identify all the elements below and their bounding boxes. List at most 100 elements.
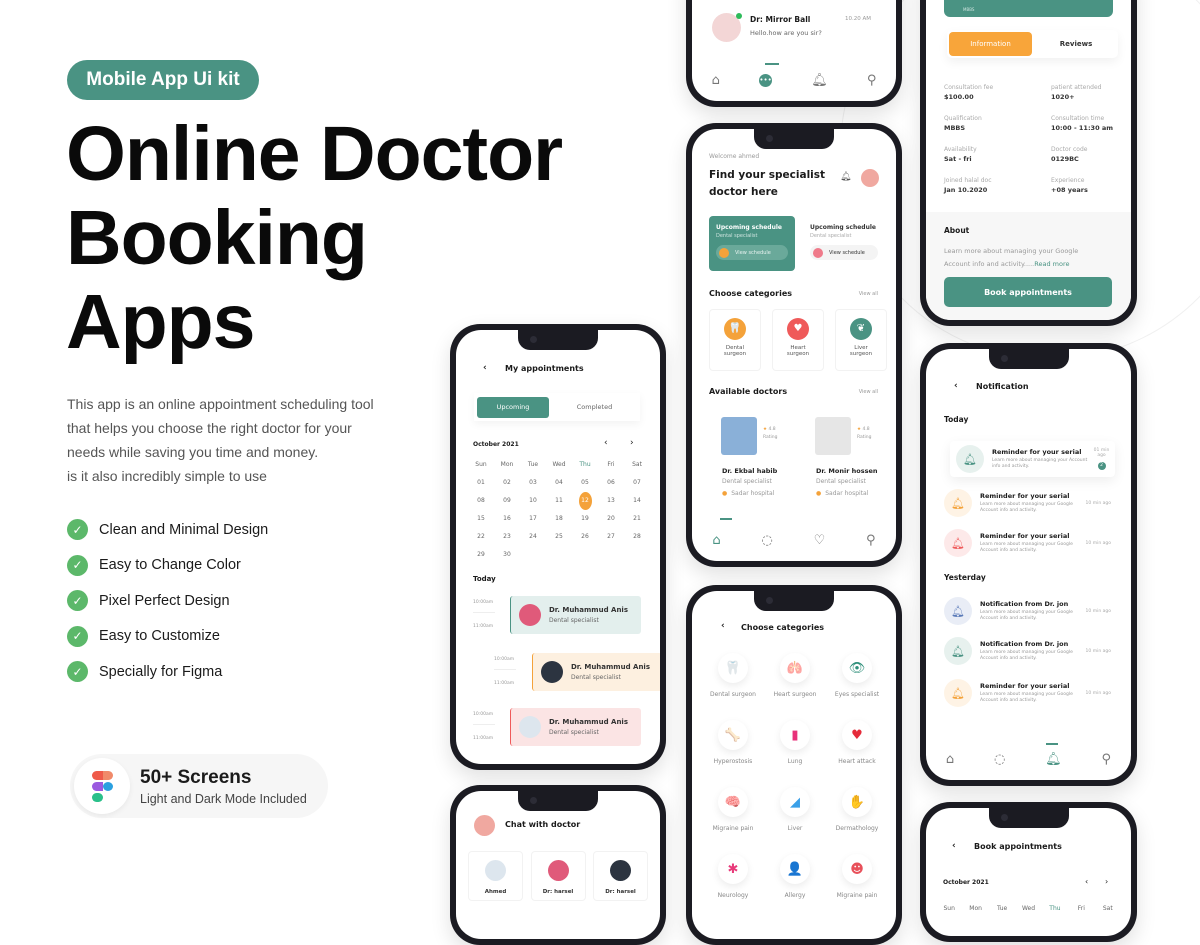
appointment-card[interactable]: Dr. Muhammud Anis Dental specialist [532, 653, 660, 691]
doctor-card[interactable]: ★ 4.8 Rating Dr. Ekbal habib Dental special… [709, 417, 795, 512]
calendar-day[interactable]: 18 [546, 510, 572, 528]
search-icon[interactable]: ⚲ [1102, 752, 1112, 767]
category-item[interactable]: ♥ Heart attack [826, 720, 888, 765]
chat-icon[interactable]: ◌ [761, 533, 772, 548]
notification-item[interactable]: 🔔︎ Reminder for your serial Learn more abo… [950, 441, 1115, 477]
category-item[interactable]: 🦴 Hyperostosis [702, 720, 764, 765]
calendar-day[interactable]: 05 [572, 474, 598, 492]
calendar-day[interactable]: 21 [624, 510, 650, 528]
description-line: This app is an online appointment schedu… [67, 396, 374, 412]
book-appointment-button[interactable]: Book appointments [944, 277, 1112, 307]
category-item[interactable]: ✋ Dermathology [826, 787, 888, 832]
calendar-day[interactable]: 24 [520, 528, 546, 546]
user-avatar[interactable] [474, 815, 495, 836]
calendar-day[interactable]: 13 [598, 492, 624, 510]
heart-icon[interactable]: ♡ [814, 533, 826, 548]
category-card[interactable]: ❦ Liver surgeon [835, 309, 887, 371]
notification-item[interactable]: 🔔︎ Reminder for your serial Learn more abo… [944, 675, 1115, 711]
calendar-day[interactable]: 15 [468, 510, 494, 528]
notification-item[interactable]: 🔔︎ Notification from Dr. jon Learn more ab… [944, 633, 1115, 669]
search-icon[interactable]: ⚲ [866, 533, 876, 548]
calendar-day[interactable]: 30 [494, 546, 520, 564]
calendar-day[interactable]: 14 [624, 492, 650, 510]
category-item[interactable]: ◢ Liver [764, 787, 826, 832]
category-item[interactable]: ☻ Migraine pain [826, 854, 888, 899]
feature-list: ✓ Clean and Minimal Design ✓ Easy to Chang… [67, 512, 268, 690]
bell-icon[interactable]: 🔔︎ [1045, 752, 1062, 767]
category-item[interactable]: ✱ Neurology [702, 854, 764, 899]
back-icon[interactable]: ‹ [721, 621, 725, 631]
calendar-day[interactable]: 10 [520, 492, 546, 510]
next-month-icon[interactable]: › [1105, 877, 1108, 886]
calendar-day[interactable]: 11 [546, 492, 572, 510]
calendar-day[interactable]: 08 [468, 492, 494, 510]
next-month-icon[interactable]: › [630, 438, 634, 448]
chat-contact[interactable]: Dr: harsel [530, 851, 586, 901]
user-avatar[interactable] [861, 169, 879, 187]
calendar-day[interactable]: 01 [468, 474, 494, 492]
chat-name[interactable]: Dr: Mirror Ball [750, 15, 810, 24]
view-all-link[interactable]: View all [859, 389, 878, 395]
appointment-card[interactable]: Dr. Muhammud Anis Dental specialist [510, 596, 641, 634]
view-all-link[interactable]: View all [859, 291, 878, 297]
calendar-day[interactable]: 03 [520, 474, 546, 492]
prev-month-icon[interactable]: ‹ [1085, 877, 1088, 886]
category-card[interactable]: ♥ Heart surgeon [772, 309, 824, 371]
view-schedule-button[interactable]: View schedule [716, 245, 788, 260]
category-card[interactable]: 🦷 Dental surgeon [709, 309, 761, 371]
home-icon[interactable]: ⌂ [712, 533, 720, 548]
info-value: $100.00 [944, 93, 974, 101]
calendar-day[interactable]: 07 [624, 474, 650, 492]
calendar-day[interactable]: 16 [494, 510, 520, 528]
notification-item[interactable]: 🔔︎ Reminder for your serial Learn more abo… [944, 525, 1115, 561]
calendar-day[interactable]: 25 [546, 528, 572, 546]
tab-completed[interactable]: Completed [549, 403, 640, 411]
feature-label: Easy to Customize [99, 628, 220, 645]
appointment-card[interactable]: Dr. Muhammud Anis Dental specialist [510, 708, 641, 746]
bell-icon[interactable]: 🔔︎ [811, 73, 828, 88]
category-item[interactable]: ▮ Lung [764, 720, 826, 765]
chat-contact[interactable]: Dr: harsel [593, 851, 648, 901]
back-icon[interactable]: ‹ [952, 841, 956, 851]
back-icon[interactable]: ‹ [954, 381, 958, 391]
category-item[interactable]: 🧠 Migraine pain [702, 787, 764, 832]
bell-icon[interactable]: 🔔︎ [840, 172, 851, 182]
calendar-day[interactable]: 19 [572, 510, 598, 528]
category-item[interactable]: 🦷 Dental surgeon [702, 653, 764, 698]
calendar-day[interactable]: 06 [598, 474, 624, 492]
category-item[interactable]: 👤 Allergy [764, 854, 826, 899]
chat-icon[interactable]: ••• [759, 73, 773, 87]
schedule-card[interactable]: Upcoming schedule Dental specialist View… [709, 216, 795, 271]
read-more-link[interactable]: Read more [1034, 260, 1069, 268]
notification-item[interactable]: 🔔︎ Reminder for your serial Learn more abo… [944, 485, 1115, 521]
calendar-day[interactable]: 27 [598, 528, 624, 546]
calendar-day[interactable]: 22 [468, 528, 494, 546]
calendar-day[interactable]: 23 [494, 528, 520, 546]
calendar-day[interactable]: 28 [624, 528, 650, 546]
home-icon[interactable]: ⌂ [946, 752, 954, 767]
tab-reviews[interactable]: Reviews [1034, 30, 1118, 58]
home-icon[interactable]: ⌂ [712, 73, 720, 88]
tab-upcoming[interactable]: Upcoming [477, 396, 549, 418]
calendar-day[interactable]: 29 [468, 546, 494, 564]
calendar-day[interactable]: 09 [494, 492, 520, 510]
prev-month-icon[interactable]: ‹ [604, 438, 608, 448]
selected-day[interactable]: 12 [578, 492, 592, 510]
chat-icon[interactable]: ◌ [994, 752, 1005, 767]
view-schedule-button[interactable]: View schedule [810, 245, 878, 260]
category-item[interactable]: 🫁 Heart surgeon [764, 653, 826, 698]
calendar-day[interactable]: 17 [520, 510, 546, 528]
back-icon[interactable]: ‹ [483, 363, 487, 373]
calendar-day[interactable]: 26 [572, 528, 598, 546]
schedule-card[interactable]: Upcoming schedule Dental specialist View… [803, 216, 889, 271]
doctor-card[interactable]: ★ 4.8 Rating Dr. Monir hossen Dental specia… [803, 417, 889, 512]
category-item[interactable]: 👁 Eyes specialist [826, 653, 888, 698]
tab-information[interactable]: Information [949, 32, 1032, 56]
chat-contact[interactable]: Ahmed [468, 851, 523, 901]
notification-item[interactable]: 🔔︎ Notification from Dr. jon Learn more ab… [944, 593, 1115, 629]
calendar-day[interactable]: 12 [572, 492, 598, 510]
search-icon[interactable]: ⚲ [867, 73, 877, 88]
calendar-day[interactable]: 04 [546, 474, 572, 492]
calendar-day[interactable]: 20 [598, 510, 624, 528]
calendar-day[interactable]: 02 [494, 474, 520, 492]
